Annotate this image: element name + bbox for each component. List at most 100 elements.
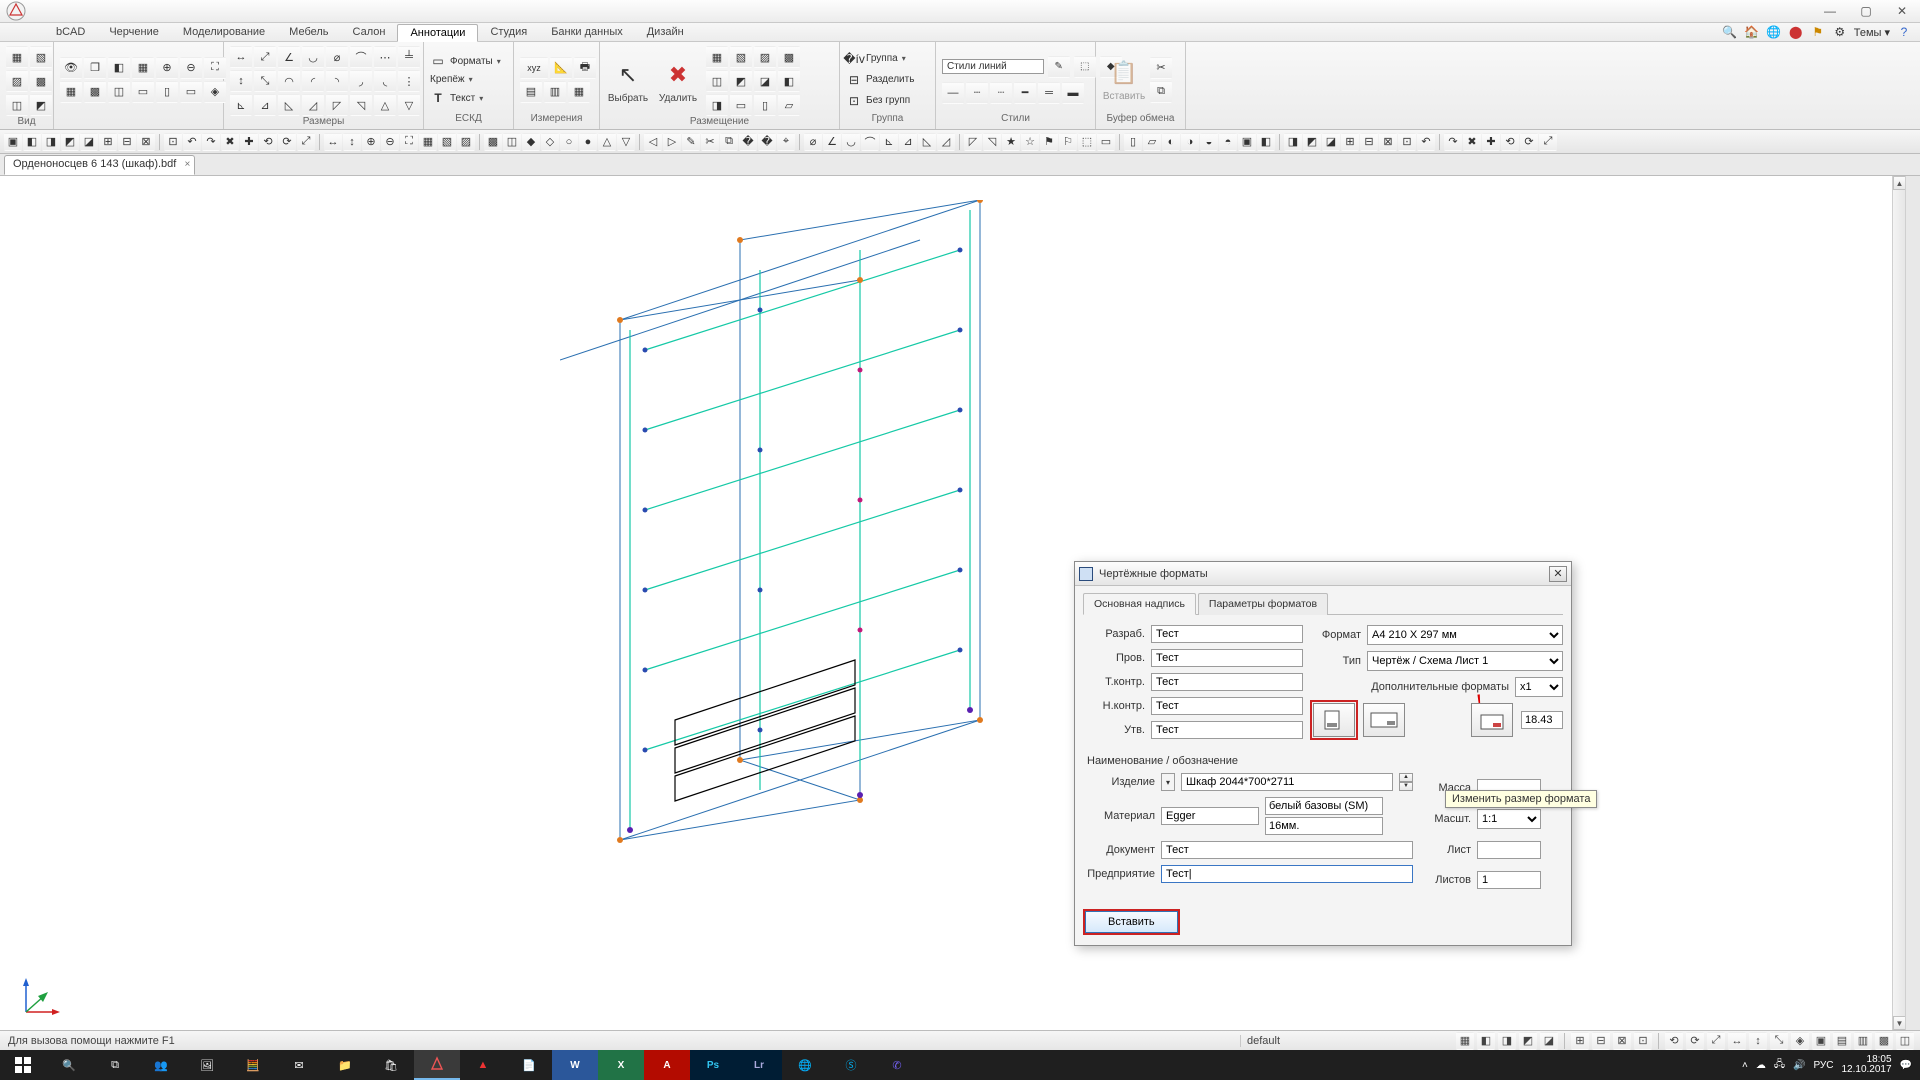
app-viber[interactable]: ✆	[874, 1050, 920, 1080]
dim-15[interactable]: ◟	[374, 70, 396, 92]
app-store[interactable]: 🛍	[368, 1050, 414, 1080]
document-tab[interactable]: Орденоносцев 6 143 (шкаф).bdf ×	[4, 155, 195, 175]
qat-btn-18[interactable]: ⊕	[362, 133, 380, 151]
sb-13[interactable]: ↔	[1728, 1032, 1746, 1050]
app-skype[interactable]: Ⓢ	[828, 1050, 874, 1080]
dim-19[interactable]: ◺	[278, 94, 300, 116]
qat-btn-74[interactable]: ✚	[1482, 133, 1500, 151]
qat-btn-64[interactable]: ◨	[1284, 133, 1302, 151]
qat-btn-30[interactable]: △	[598, 133, 616, 151]
app-excel[interactable]: X	[598, 1050, 644, 1080]
view-btn-3[interactable]: ▨	[6, 70, 28, 92]
start-button[interactable]	[0, 1050, 46, 1080]
style-c6[interactable]: ▬	[1062, 82, 1084, 104]
flag-icon[interactable]: ⚑	[1810, 24, 1826, 40]
style-b1[interactable]: ✎	[1048, 56, 1070, 78]
select-button[interactable]: ↖ Выбрать	[606, 56, 650, 107]
sb-12[interactable]: ⤢	[1707, 1032, 1725, 1050]
viewport[interactable]: ▲ ▼ Чертёжные форматы ✕ Основная надпись…	[0, 176, 1920, 1030]
tray-up-icon[interactable]: ˄	[1742, 1060, 1748, 1071]
dim-16[interactable]: ⋮	[398, 70, 420, 92]
tray-lang[interactable]: РУС	[1813, 1060, 1833, 1071]
dialog-tab-main[interactable]: Основная надпись	[1083, 593, 1196, 615]
qat-btn-39[interactable]: ⌖	[777, 133, 795, 151]
app-pdf[interactable]: A	[644, 1050, 690, 1080]
place-3[interactable]: ▨	[754, 46, 776, 68]
dim-9[interactable]: ↕	[230, 70, 252, 92]
style-c5[interactable]: ═	[1038, 82, 1060, 104]
globe-icon[interactable]: 🌐	[1766, 24, 1782, 40]
qat-btn-66[interactable]: ◪	[1322, 133, 1340, 151]
tray-clock[interactable]: 18:0512.10.2017	[1841, 1055, 1891, 1075]
sb-15[interactable]: ⤡	[1770, 1032, 1788, 1050]
qat-btn-51[interactable]: ☆	[1021, 133, 1039, 151]
tray-notifications-icon[interactable]: 💬	[1900, 1060, 1912, 1071]
qat-btn-23[interactable]: ▨	[457, 133, 475, 151]
sb-21[interactable]: ◫	[1896, 1032, 1914, 1050]
view-btn-6[interactable]: ◩	[30, 94, 52, 116]
qat-btn-16[interactable]: ↔	[324, 133, 342, 151]
dim-10[interactable]: ⤡	[254, 70, 276, 92]
qat-btn-36[interactable]: ⧉	[720, 133, 738, 151]
qat-btn-59[interactable]: ◑	[1181, 133, 1199, 151]
cut-icon[interactable]: ✂	[1150, 57, 1172, 79]
app-chrome[interactable]: 🌐	[782, 1050, 828, 1080]
format-portrait-button[interactable]	[1313, 703, 1355, 737]
select-type[interactable]: Чертёж / Схема Лист 1	[1367, 651, 1563, 671]
people-button[interactable]: 👥	[138, 1050, 184, 1080]
dim-20[interactable]: ◿	[302, 94, 324, 116]
line-styles-dropdown[interactable]: Стили линий	[942, 59, 1044, 74]
place-2[interactable]: ▧	[730, 46, 752, 68]
text-dropdown[interactable]: TТекст▾	[430, 90, 501, 106]
sb-7[interactable]: ⊟	[1592, 1032, 1610, 1050]
dim-arc-icon[interactable]: ⌒	[350, 46, 372, 68]
front-icon[interactable]: ▭	[132, 81, 154, 103]
style-b2[interactable]: ⬚	[1074, 56, 1096, 78]
sb-19[interactable]: ▥	[1854, 1032, 1872, 1050]
qat-btn-44[interactable]: ⊾	[880, 133, 898, 151]
qat-btn-22[interactable]: ▧	[438, 133, 456, 151]
qat-btn-50[interactable]: ★	[1002, 133, 1020, 151]
qat-btn-53[interactable]: ⚐	[1059, 133, 1077, 151]
qat-btn-6[interactable]: ⊟	[118, 133, 136, 151]
input-tkontr[interactable]	[1151, 673, 1303, 691]
app-lr[interactable]: Lr	[736, 1050, 782, 1080]
delete-button[interactable]: ✖ Удалить	[656, 56, 700, 107]
dim-21[interactable]: ◸	[326, 94, 348, 116]
dim-17[interactable]: ⊾	[230, 94, 252, 116]
place-8[interactable]: ◧	[778, 70, 800, 92]
tab-studio[interactable]: Студия	[478, 23, 539, 41]
qat-btn-70[interactable]: ⊡	[1398, 133, 1416, 151]
input-document[interactable]	[1161, 841, 1413, 859]
tab-bcad[interactable]: bCAD	[44, 23, 97, 41]
qat-btn-3[interactable]: ◩	[61, 133, 79, 151]
dim-linear-icon[interactable]: ↔	[230, 46, 252, 68]
style-c1[interactable]: —	[942, 82, 964, 104]
sb-10[interactable]: ⟲	[1665, 1032, 1683, 1050]
input-company[interactable]	[1161, 865, 1413, 883]
cube-icon[interactable]: ◧	[108, 57, 130, 79]
qat-btn-1[interactable]: ◧	[23, 133, 41, 151]
tab-salon[interactable]: Салон	[341, 23, 398, 41]
input-material-3[interactable]	[1265, 817, 1383, 835]
qat-btn-35[interactable]: ✂	[701, 133, 719, 151]
input-prov[interactable]	[1151, 649, 1303, 667]
dim-radius-icon[interactable]: ◡	[302, 46, 324, 68]
sb-1[interactable]: ▦	[1456, 1032, 1474, 1050]
taskview-button[interactable]: ⧉	[92, 1050, 138, 1080]
qat-btn-52[interactable]: ⚑	[1040, 133, 1058, 151]
zoom-in-icon[interactable]: ⊕	[156, 57, 178, 79]
sb-9[interactable]: ⊡	[1634, 1032, 1652, 1050]
view-btn-5[interactable]: ◫	[6, 94, 28, 116]
qat-btn-58[interactable]: ◐	[1162, 133, 1180, 151]
qat-btn-8[interactable]: ⊡	[164, 133, 182, 151]
qat-btn-61[interactable]: ◓	[1219, 133, 1237, 151]
qat-btn-9[interactable]: ↶	[183, 133, 201, 151]
window-minimize-button[interactable]: —	[1812, 0, 1848, 22]
qat-btn-4[interactable]: ◪	[80, 133, 98, 151]
paste-button[interactable]: 📋 Вставить	[1102, 54, 1146, 105]
input-material-2[interactable]	[1265, 797, 1383, 815]
qat-btn-37[interactable]: �	[739, 133, 757, 151]
qat-btn-7[interactable]: ⊠	[137, 133, 155, 151]
app-explorer[interactable]: 📁	[322, 1050, 368, 1080]
